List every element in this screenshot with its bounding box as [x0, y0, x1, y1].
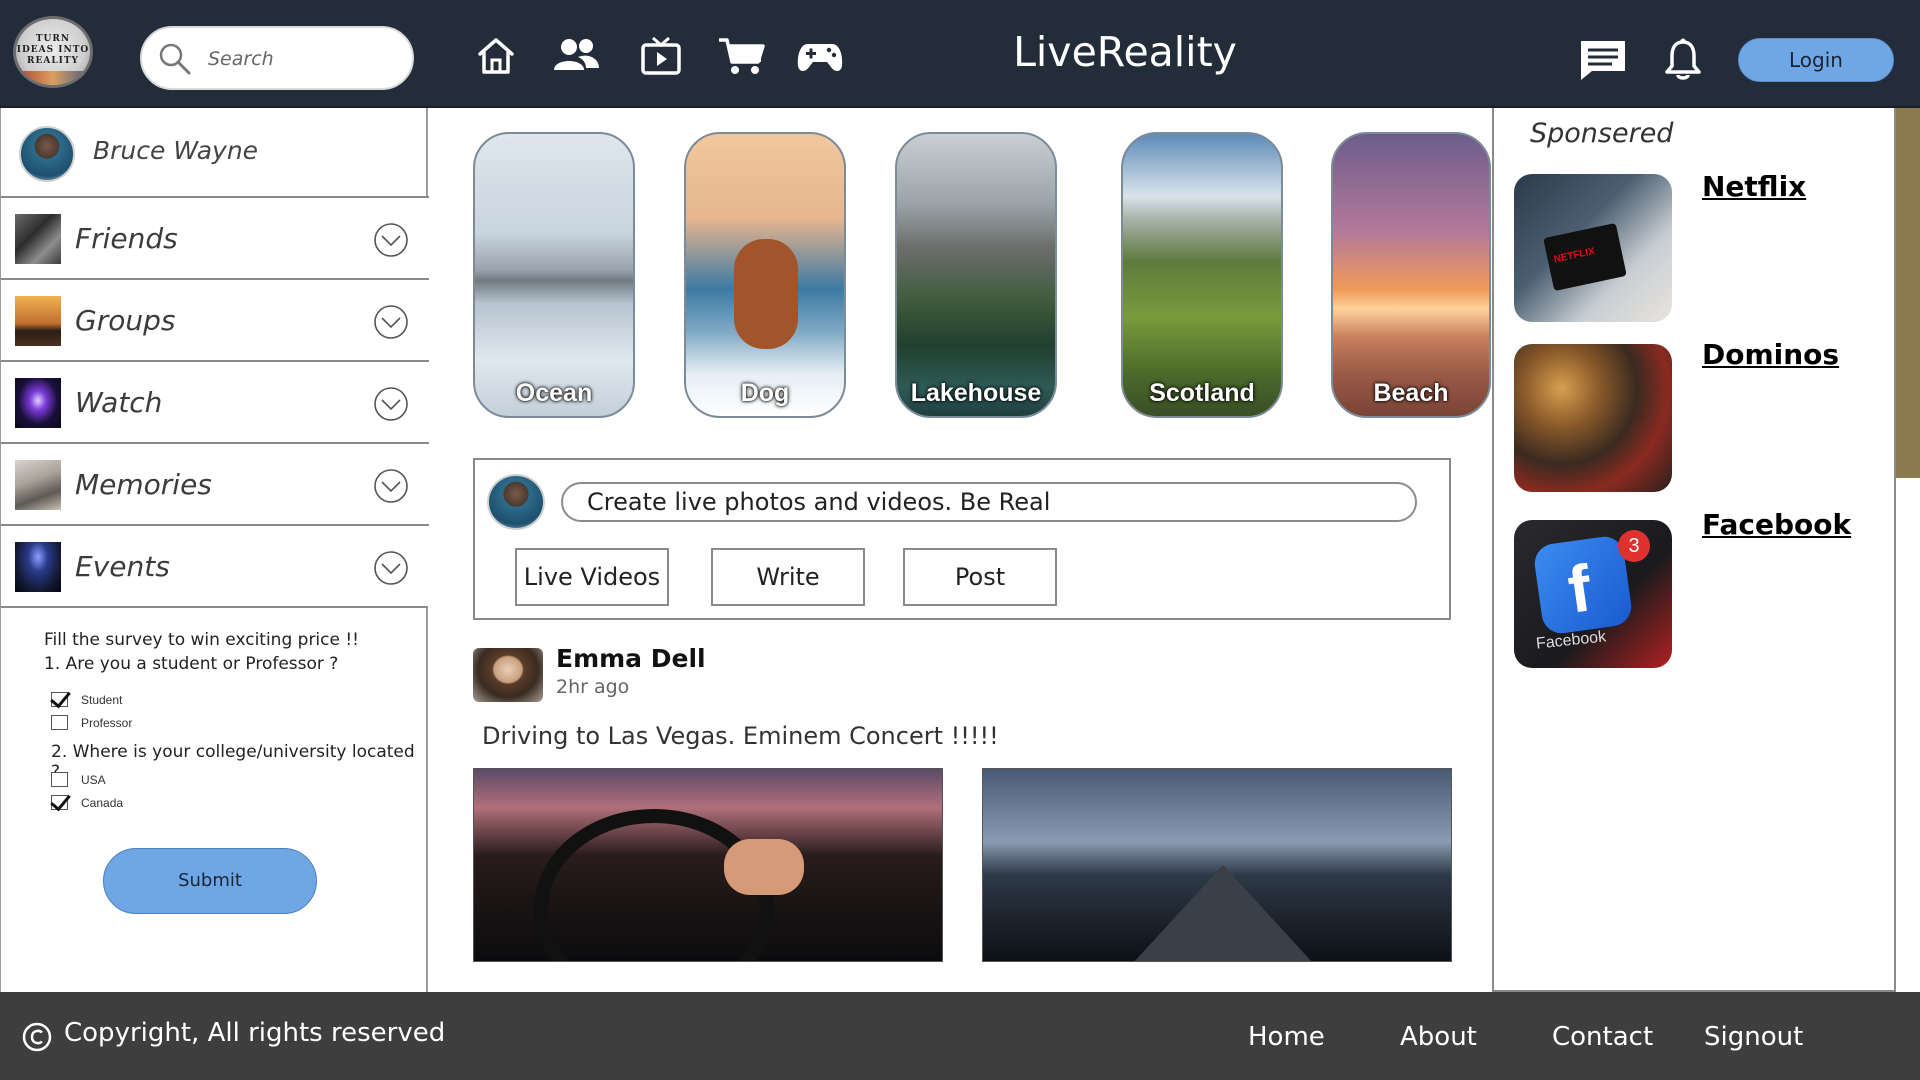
sidebar-item-friends[interactable]: Friends [1, 196, 429, 278]
login-button[interactable]: Login [1738, 38, 1894, 82]
watch-thumbnail [15, 378, 61, 428]
survey-panel: Fill the survey to win exciting price !!… [1, 606, 427, 992]
user-profile[interactable]: Bruce Wayne [1, 108, 429, 196]
dominos-ad-image[interactable] [1514, 344, 1672, 492]
sidebar-item-label: Groups [75, 304, 176, 337]
sponsored-panel: Sponsered NETFLIX Netflix Dominos f 3 Fa… [1492, 108, 1896, 992]
cart-icon[interactable] [718, 36, 766, 76]
site-logo[interactable]: TURN IDEAS INTO REALITY [13, 16, 93, 88]
write-button[interactable]: Write [711, 548, 865, 606]
facebook-ad-image[interactable]: f 3 Facebook [1514, 520, 1672, 668]
checkbox-student[interactable] [51, 692, 68, 707]
sponsored-title: Sponsered [1530, 118, 1674, 149]
story-ocean[interactable]: Ocean [473, 132, 635, 418]
sidebar-item-memories[interactable]: Memories [1, 442, 429, 524]
memories-thumbnail [15, 460, 61, 510]
friends-thumbnail [15, 214, 61, 264]
create-post-input[interactable]: Create live photos and videos. Be Real [561, 482, 1417, 522]
footer: Copyright, All rights reserved Home Abou… [0, 992, 1920, 1080]
post-author-avatar[interactable] [473, 648, 543, 702]
story-label: Ocean [515, 379, 593, 407]
profile-name: Bruce Wayne [93, 136, 259, 165]
story-label: Scotland [1149, 379, 1255, 407]
road-shape [1133, 865, 1313, 961]
post-composer: Create live photos and videos. Be Real L… [473, 458, 1451, 620]
story-label: Dog [740, 379, 790, 407]
search-box[interactable] [140, 26, 414, 90]
chevron-down-icon[interactable] [373, 386, 409, 422]
story-dog[interactable]: Dog [684, 132, 846, 418]
story-scotland[interactable]: Scotland [1121, 132, 1283, 418]
notification-bell-icon[interactable] [1664, 38, 1702, 80]
brand-title: LiveReality [1013, 28, 1237, 76]
story-label: Lakehouse [910, 379, 1042, 407]
groups-thumbnail [15, 296, 61, 346]
watch-tv-icon[interactable] [640, 36, 682, 76]
facebook-app-label: Facebook [1535, 628, 1607, 653]
netflix-ad-image[interactable]: NETFLIX [1514, 174, 1672, 322]
netflix-ad-link[interactable]: Netflix [1702, 170, 1806, 203]
gamepad-icon[interactable] [796, 36, 844, 76]
survey-question-2: 2. Where is your college/university loca… [51, 742, 415, 782]
checkbox-usa[interactable] [51, 772, 68, 787]
submit-button[interactable]: Submit [103, 848, 317, 914]
footer-link-home[interactable]: Home [1248, 1022, 1325, 1052]
sidebar-item-label: Friends [75, 222, 178, 255]
events-thumbnail [15, 542, 61, 592]
composer-avatar [487, 474, 545, 530]
search-icon [159, 43, 191, 75]
sidebar-item-groups[interactable]: Groups [1, 278, 429, 360]
search-input[interactable] [208, 44, 398, 74]
tablet-shape: NETFLIX [1543, 222, 1627, 292]
post-image-road[interactable] [982, 768, 1452, 962]
live-videos-button[interactable]: Live Videos [515, 548, 669, 606]
sidebar-item-watch[interactable]: Watch [1, 360, 429, 442]
notification-badge: 3 [1618, 530, 1650, 562]
dominos-ad-link[interactable]: Dominos [1702, 338, 1839, 371]
sidebar-item-label: Watch [75, 386, 163, 419]
copyright-text: Copyright, All rights reserved [64, 1018, 446, 1048]
story-beach[interactable]: Beach [1331, 132, 1491, 418]
top-header: TURN IDEAS INTO REALITY Search LiveReali… [0, 0, 1920, 108]
footer-link-signout[interactable]: Signout [1704, 1022, 1803, 1052]
facebook-ad-link[interactable]: Facebook [1702, 508, 1851, 541]
dog-shape [734, 239, 798, 349]
story-label: Beach [1373, 379, 1449, 407]
friends-icon[interactable] [552, 36, 600, 76]
logo-stripe [16, 71, 90, 85]
home-icon[interactable] [476, 36, 516, 76]
post-author-name[interactable]: Emma Dell [556, 644, 706, 673]
chevron-down-icon[interactable] [373, 222, 409, 258]
story-lakehouse[interactable]: Lakehouse [895, 132, 1057, 418]
post-button[interactable]: Post [903, 548, 1057, 606]
left-sidebar: Bruce Wayne Friends Groups Watch Memorie… [0, 108, 429, 992]
messages-icon[interactable] [1578, 38, 1628, 82]
chevron-down-icon[interactable] [373, 550, 409, 586]
post-text: Driving to Las Vegas. Eminem Concert !!!… [482, 722, 999, 750]
logo-text: TURN IDEAS INTO REALITY [16, 34, 90, 66]
checkbox-canada[interactable] [51, 795, 68, 810]
survey-intro: Fill the survey to win exciting price !! [44, 630, 359, 650]
copyright-icon [22, 1022, 52, 1052]
footer-link-about[interactable]: About [1400, 1022, 1477, 1052]
sidebar-item-label: Memories [75, 468, 212, 501]
checkbox-professor[interactable] [51, 715, 68, 730]
survey-question-1: 1. Are you a student or Professor ? [44, 654, 339, 674]
post-image-driving[interactable] [473, 768, 943, 962]
chevron-down-icon[interactable] [373, 304, 409, 340]
sidebar-item-events[interactable]: Events [1, 524, 429, 606]
chevron-down-icon[interactable] [373, 468, 409, 504]
post-timestamp: 2hr ago [556, 676, 630, 698]
scrollbar-thumb[interactable] [1896, 108, 1920, 478]
footer-link-contact[interactable]: Contact [1552, 1022, 1653, 1052]
avatar[interactable] [19, 126, 75, 182]
hand-shape [724, 839, 804, 895]
sidebar-item-label: Events [75, 550, 170, 583]
